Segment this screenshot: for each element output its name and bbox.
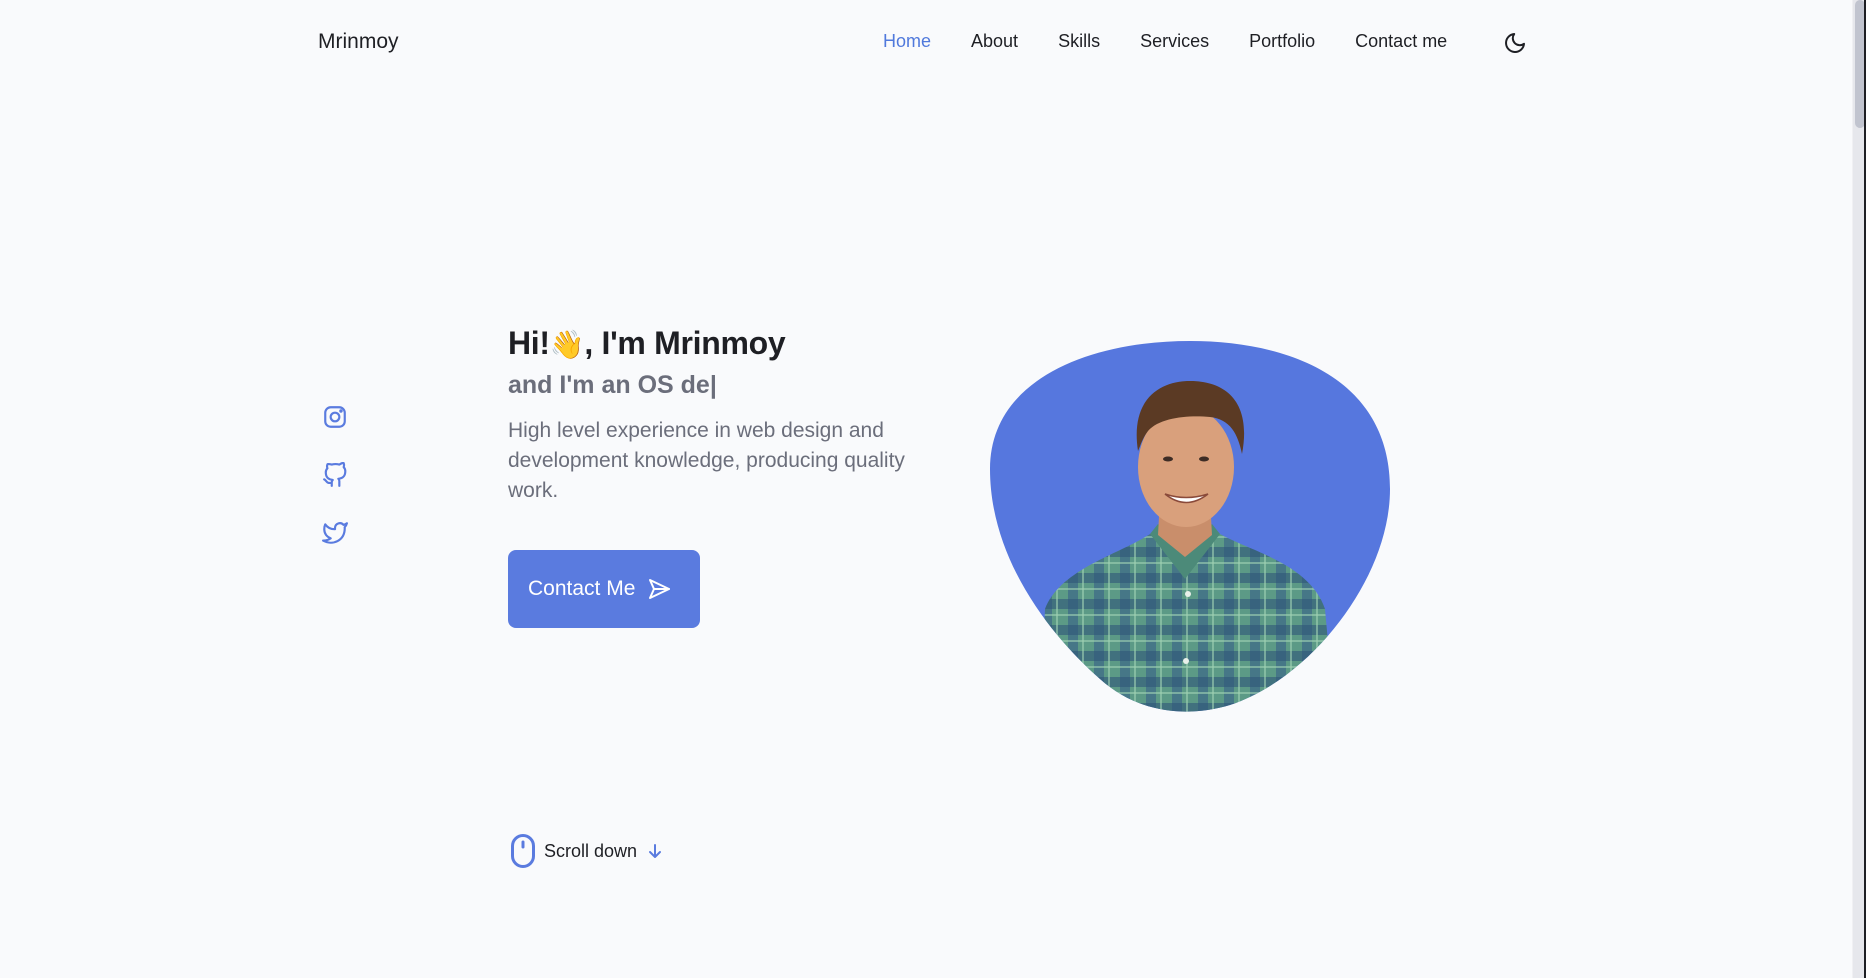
greeting-prefix: Hi! <box>508 325 550 361</box>
scroll-down-link[interactable]: Scroll down <box>510 833 663 869</box>
page-scrollbar[interactable] <box>1852 0 1866 978</box>
hero-subtitle: and I'm an OS de| <box>508 368 938 402</box>
github-link[interactable] <box>322 461 348 488</box>
nav-portfolio[interactable]: Portfolio <box>1249 31 1315 52</box>
profile-photo <box>990 339 1390 713</box>
twitter-link[interactable] <box>322 520 348 546</box>
contact-me-label: Contact Me <box>528 577 636 600</box>
site-header: Mrinmoy Home About Skills Services Portf… <box>0 0 1852 86</box>
moon-icon[interactable] <box>1503 31 1527 55</box>
scroll-down-label: Scroll down <box>544 840 638 861</box>
nav-about[interactable]: About <box>971 31 1018 52</box>
main-nav: Home About Skills Services Portfolio Con… <box>883 31 1487 52</box>
instagram-icon <box>324 406 346 428</box>
hero-title: Hi!👋, I'm Mrinmoy <box>508 322 938 366</box>
nav-services[interactable]: Services <box>1140 31 1209 52</box>
logo[interactable]: Mrinmoy <box>318 30 399 54</box>
nav-home[interactable]: Home <box>883 31 931 52</box>
instagram-link[interactable] <box>322 404 348 430</box>
nav-contact[interactable]: Contact me <box>1355 31 1447 52</box>
send-icon <box>649 579 671 599</box>
contact-me-button[interactable]: Contact Me <box>508 550 700 628</box>
twitter-icon <box>322 522 348 544</box>
typed-text: and I'm an OS de <box>508 371 710 399</box>
hero-intro: Hi!👋, I'm Mrinmoy and I'm an OS de| High… <box>508 322 938 506</box>
wave-emoji: 👋 <box>549 329 585 360</box>
social-links <box>322 404 348 578</box>
github-icon <box>323 461 347 487</box>
typing-cursor: | <box>709 371 717 399</box>
greeting-name: , I'm Mrinmoy <box>584 325 786 361</box>
mouse-icon <box>511 834 535 868</box>
hero-description: High level experience in web design and … <box>508 419 905 502</box>
nav-skills[interactable]: Skills <box>1058 31 1100 52</box>
arrow-down-icon <box>649 844 662 858</box>
